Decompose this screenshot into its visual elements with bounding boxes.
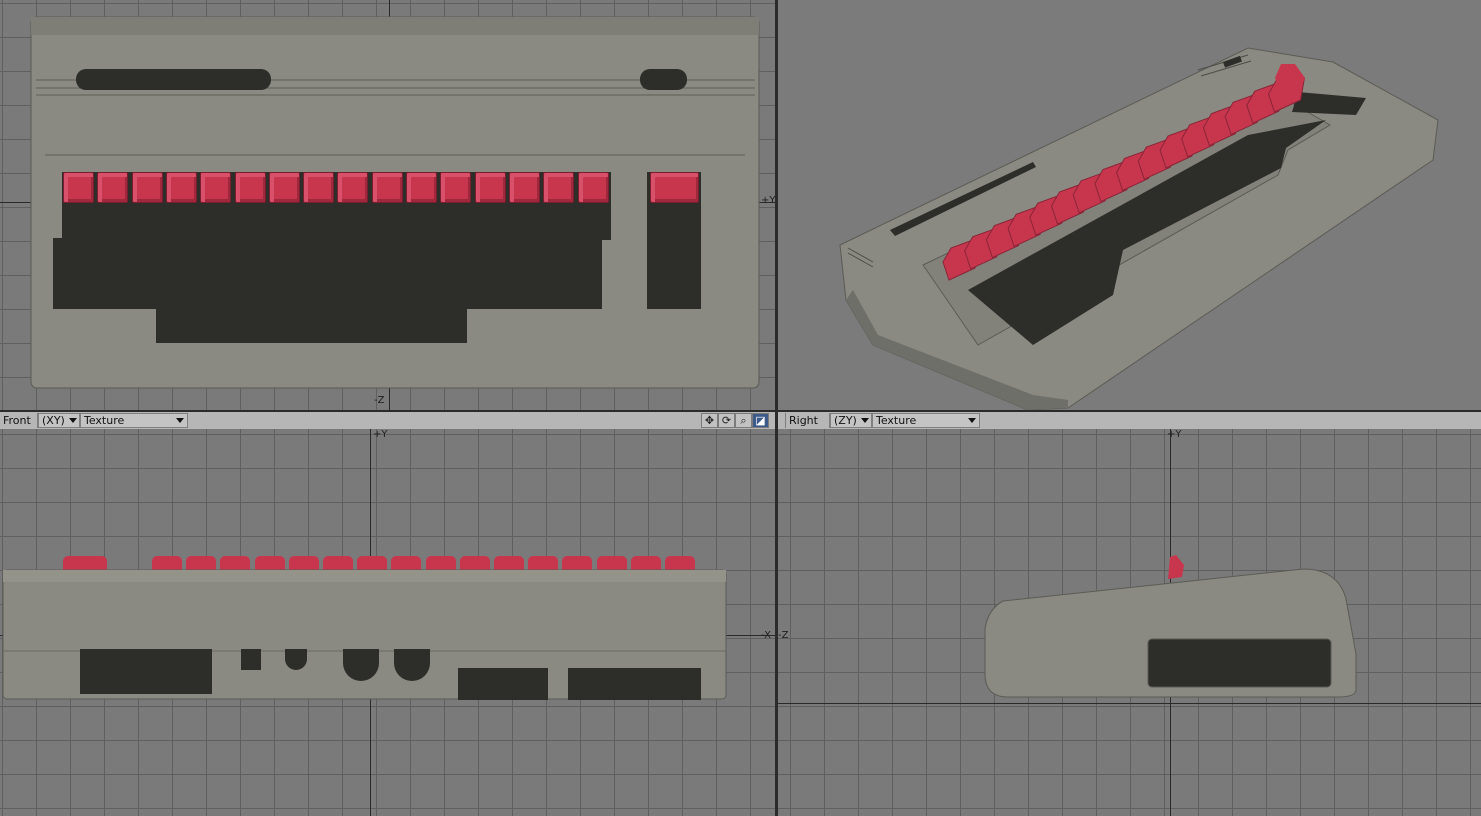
top-key[interactable] xyxy=(577,172,609,203)
front-viewport-header: Front (XY) Texture ✥ ⟳ ⌕ ◪ xyxy=(0,412,775,430)
chevron-down-icon xyxy=(860,418,869,423)
perspective-keys-layer xyxy=(942,64,1306,281)
front-view-model xyxy=(2,569,727,700)
top-key-right[interactable] xyxy=(650,172,699,203)
rotate-view-icon[interactable]: ⟳ xyxy=(718,413,735,428)
top-viewport[interactable]: -Z +Y xyxy=(0,0,775,410)
front-shading-dropdown[interactable]: Texture xyxy=(80,413,188,428)
top-key[interactable] xyxy=(131,172,163,203)
front-view-name: Front xyxy=(0,413,38,428)
top-view-model xyxy=(30,16,760,389)
right-viewport-header: Right (ZY) Texture xyxy=(778,412,1481,430)
top-key[interactable] xyxy=(337,172,369,203)
top-key[interactable] xyxy=(543,172,575,203)
right-shading-dropdown[interactable]: Texture xyxy=(872,413,980,428)
top-key[interactable] xyxy=(234,172,266,203)
top-key[interactable] xyxy=(268,172,300,203)
top-key[interactable] xyxy=(371,172,403,203)
right-shading-value: Texture xyxy=(876,414,917,427)
right-header-spacer xyxy=(980,413,1481,428)
top-key[interactable] xyxy=(303,172,335,203)
front-viewport[interactable]: +Y -X xyxy=(0,429,775,816)
zoom-view-icon[interactable]: ⌕ xyxy=(735,413,752,428)
right-view-name: Right xyxy=(786,413,830,428)
front-view-plane-dropdown[interactable]: (XY) xyxy=(38,413,80,428)
perspective-viewport[interactable] xyxy=(778,0,1481,410)
right-viewport[interactable]: +Y -Z xyxy=(778,429,1481,816)
top-key[interactable] xyxy=(165,172,197,203)
top-key[interactable] xyxy=(63,172,94,203)
top-key[interactable] xyxy=(200,172,232,203)
top-key[interactable] xyxy=(474,172,506,203)
move-view-icon[interactable]: ✥ xyxy=(701,413,718,428)
top-key[interactable] xyxy=(508,172,540,203)
right-view-plane-dropdown[interactable]: (ZY) xyxy=(830,413,872,428)
top-key[interactable] xyxy=(97,172,129,203)
chevron-down-icon xyxy=(68,418,77,423)
maximize-view-icon[interactable]: ◪ xyxy=(752,413,769,428)
top-key[interactable] xyxy=(440,172,472,203)
front-view-plane-value: (XY) xyxy=(42,414,65,427)
chevron-down-icon xyxy=(176,418,184,423)
right-view-plane-value: (ZY) xyxy=(834,414,857,427)
right-view-model xyxy=(984,555,1357,698)
front-header-spacer xyxy=(188,413,701,428)
right-header-grip xyxy=(778,413,786,428)
front-shading-value: Texture xyxy=(84,414,125,427)
top-key[interactable] xyxy=(406,172,437,203)
chevron-down-icon xyxy=(968,418,976,423)
